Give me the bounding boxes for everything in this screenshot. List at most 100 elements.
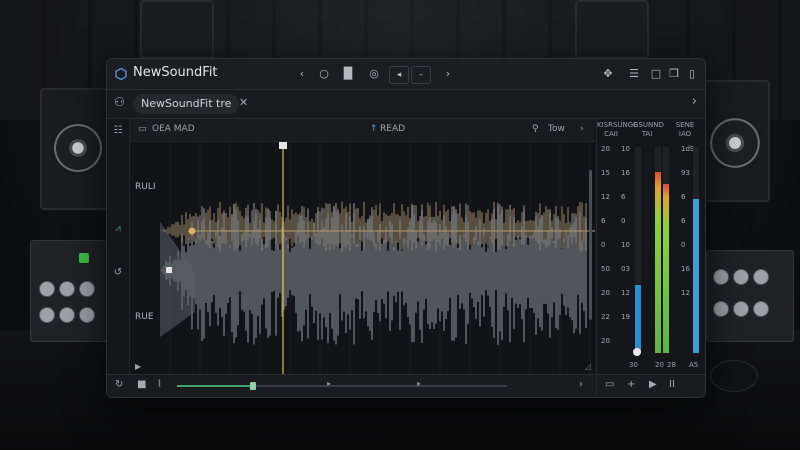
rewind-button[interactable]: ◂ bbox=[389, 66, 409, 84]
knob bbox=[39, 281, 55, 297]
meter-scale-label: 16 bbox=[621, 169, 630, 177]
left-monitor-speaker bbox=[40, 88, 116, 210]
meter-scale-label: 0 bbox=[601, 241, 606, 249]
chevron-right-icon[interactable]: › bbox=[692, 94, 697, 109]
meter-foot-value: 30 bbox=[629, 361, 638, 369]
meter-scale-label: 6 bbox=[681, 193, 686, 201]
meter-header: SENE IAO bbox=[675, 121, 695, 138]
envelope-point-handle[interactable] bbox=[188, 227, 196, 235]
loop-icon[interactable]: ↻ bbox=[115, 379, 123, 390]
app-logo-icon bbox=[115, 68, 127, 80]
playhead-handle[interactable] bbox=[279, 142, 287, 149]
trim-button[interactable]: – bbox=[411, 66, 431, 84]
pause-icon[interactable]: II bbox=[669, 379, 675, 390]
meter-scale-label: 15 bbox=[601, 169, 610, 177]
meter-scale-label: 6 bbox=[681, 217, 686, 225]
level-meter-bar bbox=[663, 147, 669, 353]
meter-scale-label: 12 bbox=[621, 289, 630, 297]
meter-scale-label: 6 bbox=[621, 193, 626, 201]
meter-scale-label: 19 bbox=[621, 313, 630, 321]
timeline-marker-icon[interactable]: ▸ bbox=[417, 379, 421, 388]
editor-toolbar: ▭ OEA MAD ↑ READ ⚲ Tow › bbox=[130, 119, 595, 142]
window-icon[interactable]: □ bbox=[647, 66, 665, 82]
vertical-scrollbar[interactable] bbox=[589, 170, 592, 320]
level-meter-fill bbox=[635, 285, 641, 353]
wave-icon[interactable]: ⩘ bbox=[111, 223, 125, 234]
meter-scale-label: 10 bbox=[621, 145, 630, 153]
move-icon[interactable]: ✥ bbox=[599, 66, 617, 82]
knob bbox=[79, 281, 95, 297]
green-led bbox=[79, 253, 89, 263]
menu-icon[interactable]: ☰ bbox=[625, 66, 643, 82]
resize-corner-icon[interactable]: ◿ bbox=[585, 362, 591, 371]
knob bbox=[79, 307, 95, 323]
nav-forward-button[interactable]: › bbox=[439, 66, 457, 82]
undo-icon[interactable]: ↺ bbox=[111, 267, 125, 278]
knob bbox=[753, 269, 769, 285]
meter-scale-label: 12 bbox=[601, 193, 610, 201]
mark-button[interactable]: ▐▌ bbox=[339, 66, 357, 82]
knob bbox=[733, 301, 749, 317]
stop-icon[interactable]: ■ bbox=[137, 379, 146, 390]
tab-label: NewSoundFit tre bbox=[141, 97, 232, 110]
knob bbox=[713, 301, 729, 317]
meter-scale-label: 03 bbox=[621, 265, 630, 273]
meter-fader-handle[interactable] bbox=[633, 348, 641, 356]
nav-back-button[interactable]: ‹ bbox=[293, 66, 311, 82]
waveform-editor[interactable]: RULI RUE ▶ ◿ bbox=[130, 142, 595, 374]
meter-scale-label: 20 bbox=[601, 337, 610, 345]
marker-icon[interactable]: ⌇ bbox=[157, 379, 162, 390]
search-label[interactable]: Tow bbox=[548, 124, 565, 134]
close-tab-icon[interactable]: ✕ bbox=[239, 96, 248, 109]
add-icon[interactable]: + bbox=[627, 379, 635, 390]
meter-mode-icon[interactable]: ▭ bbox=[605, 379, 614, 390]
top-channel-label: RULI bbox=[135, 182, 156, 192]
level-meter-fill bbox=[693, 198, 699, 353]
chevron-right-icon[interactable]: › bbox=[580, 124, 584, 134]
meter-foot-value: 28 bbox=[667, 361, 676, 369]
timeline-marker-icon[interactable]: ▸ bbox=[327, 379, 331, 388]
app-title: NewSoundFit bbox=[133, 65, 218, 80]
meter-header: KISRSUNGE CAII bbox=[597, 121, 638, 138]
level-meter-bar bbox=[693, 147, 699, 353]
knob bbox=[39, 307, 55, 323]
duplicate-icon[interactable]: ❐ bbox=[665, 66, 683, 82]
meter-scale-label: 22 bbox=[601, 313, 610, 321]
user-icon[interactable]: ⚇ bbox=[114, 95, 125, 109]
meter-header: GSUNND TAI bbox=[633, 121, 664, 138]
level-meter-fill bbox=[655, 171, 661, 353]
tab-project[interactable]: NewSoundFit tre bbox=[133, 94, 240, 114]
play-small-icon[interactable]: ▶ bbox=[135, 362, 141, 371]
read-arrow-icon[interactable]: ↑ bbox=[370, 124, 378, 134]
clip-icon[interactable]: ▭ bbox=[138, 124, 147, 134]
knob bbox=[733, 269, 749, 285]
waveform-display[interactable] bbox=[130, 142, 595, 374]
timeline-scrubber[interactable]: ▸ ▸ bbox=[177, 379, 507, 390]
right-outboard-rack bbox=[706, 250, 794, 342]
woofer bbox=[50, 120, 106, 176]
title-bar: NewSoundFit ‹ ○ ▐▌ ◎ ◂ – › ✥ ☰ □ ❐ ▯ bbox=[107, 59, 705, 90]
meter-scale-label: 20 bbox=[601, 289, 610, 297]
bottom-channel-label: RUE bbox=[135, 312, 154, 322]
record-button[interactable]: ○ bbox=[315, 66, 333, 82]
woofer bbox=[706, 114, 764, 172]
app-window: NewSoundFit ‹ ○ ▐▌ ◎ ◂ – › ✥ ☰ □ ❐ ▯ ⚇ N… bbox=[106, 58, 706, 398]
meter-foot-value: 20 bbox=[655, 361, 664, 369]
meter-scale-label: 0 bbox=[621, 217, 626, 225]
meter-controls: ▭ + ▶ II bbox=[596, 374, 705, 397]
search-icon[interactable]: ⚲ bbox=[532, 124, 539, 134]
meter-scale-label: 16 bbox=[681, 265, 690, 273]
chevron-right-icon[interactable]: › bbox=[579, 379, 583, 390]
level-meter-fill bbox=[663, 184, 669, 353]
list-icon[interactable]: ☷ bbox=[111, 125, 125, 136]
timeline-thumb[interactable] bbox=[249, 382, 256, 390]
play-icon[interactable]: ▶ bbox=[649, 379, 657, 390]
panel-icon[interactable]: ▯ bbox=[683, 66, 701, 82]
tab-bar: ⚇ NewSoundFit tre ✕ › bbox=[107, 90, 705, 119]
level-meters: KISRSUNGE CAII GSUNND TAI SENE IAO 20 15 1… bbox=[596, 119, 705, 375]
meter-scale-label: 50 bbox=[601, 265, 610, 273]
meter-scale-label: 12 bbox=[681, 289, 690, 297]
target-button[interactable]: ◎ bbox=[365, 66, 383, 82]
selection-handle[interactable] bbox=[166, 267, 172, 273]
read-label[interactable]: READ bbox=[380, 124, 405, 134]
